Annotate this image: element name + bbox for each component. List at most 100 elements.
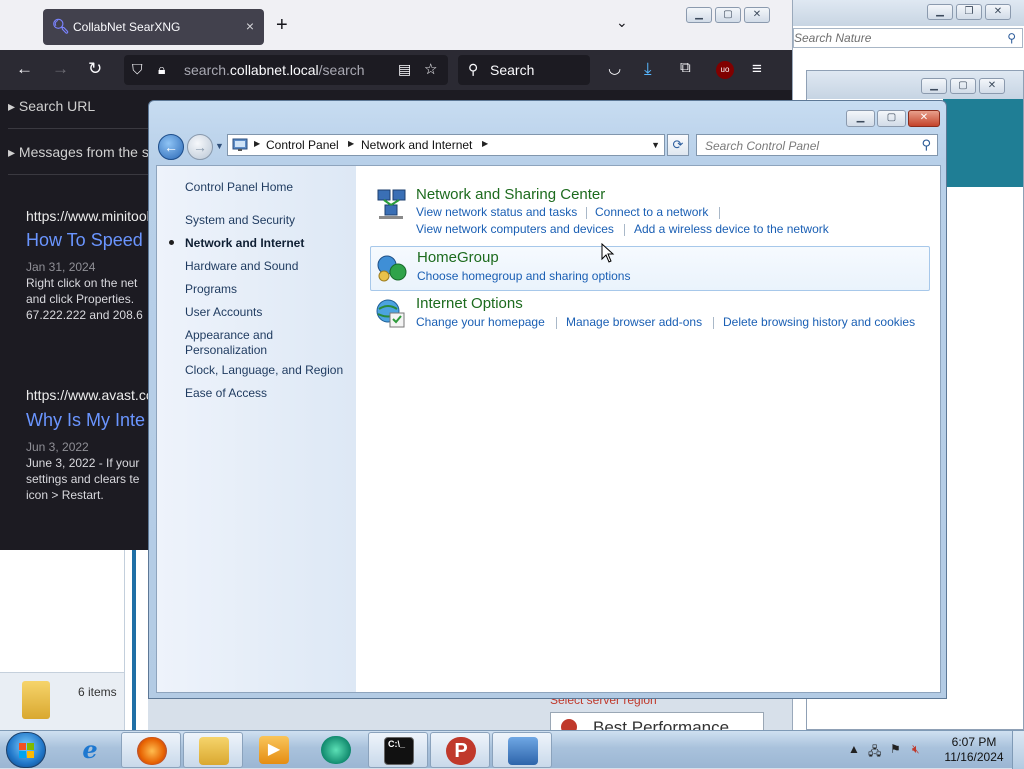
search-icon[interactable]: ⚲: [921, 137, 931, 153]
tab-searxng[interactable]: 🔍︎ CollabNet SearXNG ×: [43, 9, 264, 45]
control-panel-search-input[interactable]: Search Control Panel ⚲: [696, 134, 938, 156]
download-icon[interactable]: ⤓: [644, 59, 652, 79]
category-homegroup[interactable]: HomeGroup Choose homegroup and sharing o…: [370, 246, 930, 291]
maximize-button[interactable]: ▢: [877, 110, 906, 127]
category-network-and-sharing-center: Network and Sharing Center View network …: [370, 183, 930, 236]
search-url-expander[interactable]: ▸ Search URL: [8, 98, 95, 115]
minimize-button[interactable]: ▁: [686, 7, 712, 23]
link-choose-homegroup[interactable]: Choose homegroup and sharing options: [417, 269, 630, 283]
minimize-button[interactable]: ▁: [846, 110, 875, 127]
system-clock[interactable]: 6:07 PM 11/16/2024: [942, 735, 1006, 765]
taskbar-command-prompt[interactable]: C:\_: [368, 732, 428, 768]
background-search-box[interactable]: Search Nature ⚲: [793, 28, 1023, 48]
nav-clock-language-region[interactable]: Clock, Language, and Region: [185, 363, 343, 378]
url-text[interactable]: search.collabnet.local/search: [184, 62, 365, 78]
windows-logo-icon: [19, 743, 34, 758]
server-region-select[interactable]: Best Performance: [550, 712, 764, 730]
link-connect-to-network[interactable]: Connect to a network: [595, 205, 708, 219]
network-sharing-center-icon: [377, 189, 406, 219]
forward-arrow-icon[interactable]: →: [52, 59, 69, 79]
close-button[interactable]: ✕: [985, 4, 1011, 20]
shield-icon[interactable]: ⛉: [132, 61, 143, 78]
close-button[interactable]: ✕: [979, 78, 1005, 94]
minimize-button[interactable]: ▁: [921, 78, 947, 94]
result-url[interactable]: https://www.minitool: [26, 208, 150, 224]
taskbar-browser-app[interactable]: [306, 732, 366, 768]
taskbar-control-panel[interactable]: [492, 732, 552, 768]
new-tab-button[interactable]: +: [276, 14, 288, 37]
result-title[interactable]: How To Speed: [26, 230, 143, 251]
nav-appearance-and-personalization[interactable]: Appearance and Personalization: [185, 328, 273, 358]
result-url[interactable]: https://www.avast.co: [26, 387, 154, 403]
breadcrumb-network-and-internet[interactable]: Network and Internet: [361, 138, 472, 152]
taskbar-media-player[interactable]: ▶: [244, 732, 304, 768]
folder-icon: [199, 737, 229, 765]
category-title[interactable]: HomeGroup: [417, 249, 499, 266]
breadcrumb-separator-icon[interactable]: ▶: [254, 139, 260, 148]
breadcrumb-control-panel[interactable]: Control Panel: [266, 138, 339, 152]
result-snippet: June 3, 2022 - If your settings and clea…: [26, 456, 140, 502]
close-button[interactable]: ✕: [908, 110, 940, 127]
link-delete-browsing-history[interactable]: Delete browsing history and cookies: [723, 315, 915, 329]
menu-hamburger-icon[interactable]: ≡: [752, 59, 762, 79]
nav-hardware-and-sound[interactable]: Hardware and Sound: [185, 259, 298, 274]
result-title[interactable]: Why Is My Inte: [26, 410, 145, 431]
breadcrumb-separator-icon[interactable]: ▶: [482, 139, 488, 148]
pocket-icon[interactable]: ◡: [608, 59, 621, 77]
search-icon[interactable]: ⚲: [1007, 31, 1016, 45]
show-desktop-button[interactable]: [1012, 731, 1024, 769]
show-hidden-icons-icon[interactable]: ▲: [848, 742, 860, 756]
address-dropdown-icon[interactable]: ▼: [651, 140, 660, 150]
maximize-button[interactable]: ▢: [715, 7, 741, 23]
nav-network-and-internet[interactable]: Network and Internet: [185, 236, 304, 251]
restore-button[interactable]: ❐: [956, 4, 982, 20]
extensions-icon[interactable]: ⧉: [680, 59, 691, 76]
taskbar-firefox[interactable]: [121, 732, 181, 768]
back-button[interactable]: ←: [158, 134, 184, 160]
ublock-icon[interactable]: uo: [716, 61, 734, 79]
address-bar[interactable]: ▶ Control Panel ▶ Network and Internet ▶…: [227, 134, 665, 156]
network-icon[interactable]: 🖧︎: [868, 742, 881, 763]
nav-user-accounts[interactable]: User Accounts: [185, 305, 262, 320]
breadcrumb-separator-icon[interactable]: ▶: [348, 139, 354, 148]
refresh-button[interactable]: ⟳: [667, 134, 689, 156]
search-bar-placeholder: Search: [490, 62, 535, 78]
maximize-button[interactable]: ▢: [950, 78, 976, 94]
category-title[interactable]: Network and Sharing Center: [416, 186, 605, 203]
link-manage-addons[interactable]: Manage browser add-ons: [566, 315, 702, 329]
list-all-tabs-button[interactable]: ⌄: [616, 14, 628, 31]
reload-icon[interactable]: ↻: [88, 59, 102, 79]
minimize-button[interactable]: ▁: [927, 4, 953, 20]
reader-view-icon[interactable]: ▤: [398, 61, 411, 78]
tab-close-icon[interactable]: ×: [246, 18, 254, 34]
close-button[interactable]: ✕: [744, 7, 770, 23]
recent-pages-chevron-icon[interactable]: ▼: [215, 141, 224, 151]
link-add-wireless-device[interactable]: Add a wireless device to the network: [634, 222, 829, 236]
taskbar-file-explorer[interactable]: [183, 732, 243, 768]
accent-bar: [132, 550, 136, 730]
background-search-placeholder: Search Nature: [794, 31, 872, 45]
mouse-cursor-icon: [601, 243, 615, 263]
back-arrow-icon[interactable]: ←: [16, 59, 33, 79]
taskbar-internet-explorer[interactable]: e: [60, 732, 120, 768]
link-view-network-computers[interactable]: View network computers and devices: [416, 222, 614, 236]
taskbar-psiphon[interactable]: P: [430, 732, 490, 768]
nav-control-panel-home[interactable]: Control Panel Home: [185, 180, 293, 195]
category-title[interactable]: Internet Options: [416, 295, 523, 312]
url-bar[interactable]: ⛉ 🔒︎ search.collabnet.local/search ▤ ☆: [124, 55, 448, 85]
nav-system-and-security[interactable]: System and Security: [185, 213, 295, 228]
taskbar: e ▶ C:\_ P ▲ 🖧︎ ⚑ 🔇︎ 6:07 PM 11/16/2024: [0, 730, 1024, 769]
lock-icon[interactable]: 🔒︎: [158, 61, 165, 78]
search-bar[interactable]: ⚲ Search: [458, 55, 590, 85]
volume-muted-icon[interactable]: 🔇︎: [912, 742, 920, 757]
link-view-network-status[interactable]: View network status and tasks: [416, 205, 577, 219]
bookmark-star-icon[interactable]: ☆: [424, 60, 437, 78]
link-change-homepage[interactable]: Change your homepage: [416, 315, 545, 329]
nav-ease-of-access[interactable]: Ease of Access: [185, 386, 267, 401]
forward-button[interactable]: →: [187, 134, 213, 160]
nav-programs[interactable]: Programs: [185, 282, 237, 297]
start-button[interactable]: [6, 732, 46, 768]
homegroup-icon: [377, 255, 407, 282]
messages-expander[interactable]: ▸ Messages from the s: [8, 144, 149, 161]
action-center-flag-icon[interactable]: ⚑: [890, 742, 901, 756]
